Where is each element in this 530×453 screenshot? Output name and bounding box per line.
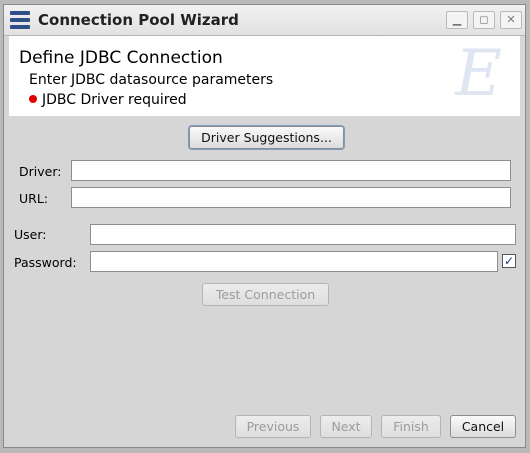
wizard-window: Connection Pool Wizard ▁ ◻ ✕ Define JDBC… bbox=[3, 4, 526, 448]
cancel-button[interactable]: Cancel bbox=[450, 415, 516, 438]
validation-message: JDBC Driver required bbox=[29, 92, 187, 108]
minimize-icon: ▁ bbox=[452, 13, 462, 26]
minimize-button[interactable]: ▁ bbox=[446, 11, 468, 29]
next-button[interactable]: Next bbox=[320, 415, 372, 438]
maximize-button[interactable]: ◻ bbox=[473, 11, 495, 29]
finish-button[interactable]: Finish bbox=[381, 415, 441, 438]
user-field[interactable] bbox=[90, 224, 516, 245]
url-label: URL: bbox=[19, 191, 49, 206]
window-title: Connection Pool Wizard bbox=[38, 11, 239, 29]
test-connection-button[interactable]: Test Connection bbox=[202, 283, 329, 306]
wizard-header: Define JDBC Connection Enter JDBC dataso… bbox=[9, 36, 520, 116]
app-menu-icon[interactable] bbox=[10, 11, 30, 29]
url-field[interactable] bbox=[71, 187, 511, 208]
page-subtitle: Enter JDBC datasource parameters bbox=[29, 72, 274, 88]
close-icon: ✕ bbox=[506, 13, 516, 26]
maximize-icon: ◻ bbox=[479, 13, 489, 26]
password-label: Password: bbox=[14, 255, 77, 270]
save-password-checkbox[interactable]: ✓ bbox=[502, 254, 516, 268]
driver-field[interactable] bbox=[71, 160, 511, 181]
title-bar[interactable]: Connection Pool Wizard ▁ ◻ ✕ bbox=[4, 5, 525, 36]
check-icon: ✓ bbox=[503, 254, 515, 268]
page-title: Define JDBC Connection bbox=[19, 48, 223, 68]
close-button[interactable]: ✕ bbox=[500, 11, 522, 29]
user-label: User: bbox=[14, 227, 47, 242]
driver-suggestions-button[interactable]: Driver Suggestions... bbox=[189, 126, 344, 149]
validation-text: JDBC Driver required bbox=[42, 92, 187, 108]
driver-label: Driver: bbox=[19, 164, 62, 179]
warning-dot-icon bbox=[29, 95, 37, 103]
wizard-logo: E bbox=[455, 37, 502, 111]
password-field[interactable] bbox=[90, 251, 498, 272]
previous-button[interactable]: Previous bbox=[235, 415, 311, 438]
